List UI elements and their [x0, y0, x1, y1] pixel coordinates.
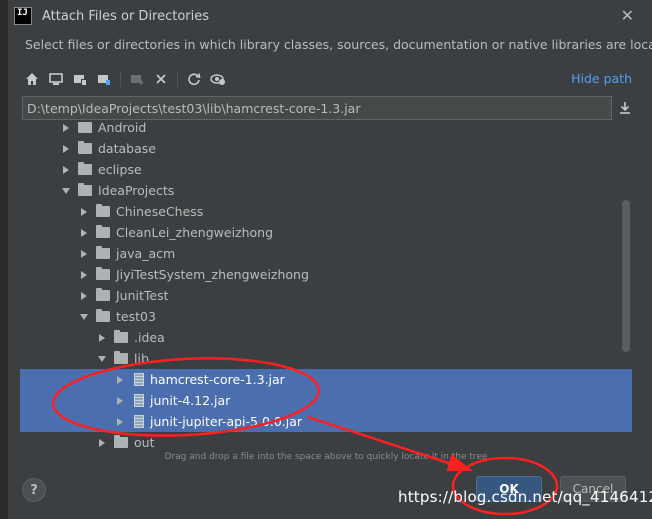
chevron-right-icon[interactable]	[78, 290, 90, 302]
delete-icon[interactable]	[149, 67, 173, 91]
tree-row-label: database	[98, 141, 156, 156]
chevron-right-icon[interactable]	[78, 269, 90, 281]
tree-row-label: eclipse	[98, 162, 142, 177]
chevron-right-icon[interactable]	[78, 248, 90, 260]
folder-icon	[96, 204, 110, 217]
close-icon[interactable]: ✕	[621, 6, 634, 25]
tree-row-label: .idea	[134, 330, 165, 345]
tree-row[interactable]: CleanLei_zhengweizhong	[20, 222, 632, 243]
chevron-down-icon[interactable]	[78, 311, 90, 323]
folder-icon	[78, 122, 92, 133]
tree-row[interactable]: .idea	[20, 327, 632, 348]
folder-icon	[96, 246, 110, 259]
chevron-right-icon[interactable]	[114, 374, 126, 386]
tree-row[interactable]: JiyiTestSystem_zhengweizhong	[20, 264, 632, 285]
folder-icon	[96, 288, 110, 301]
tree-row-label: JiyiTestSystem_zhengweizhong	[116, 267, 309, 282]
project-icon[interactable]	[68, 67, 92, 91]
tree-row[interactable]: eclipse	[20, 159, 632, 180]
intellij-logo-icon: IJ	[14, 7, 32, 25]
tree-row[interactable]: test03	[20, 306, 632, 327]
folder-icon	[114, 330, 128, 343]
tree-row[interactable]: junit-4.12.jar	[20, 390, 632, 411]
new-folder-icon[interactable]	[125, 67, 149, 91]
path-input[interactable]: D:\temp\IdeaProjects\test03\lib\hamcrest…	[22, 96, 612, 120]
chevron-down-icon[interactable]	[96, 353, 108, 365]
tree-row-label: JunitTest	[116, 288, 169, 303]
tree-row[interactable]: JunitTest	[20, 285, 632, 306]
chevron-right-icon[interactable]	[96, 332, 108, 344]
tree-row-label: ChineseChess	[116, 204, 204, 219]
chevron-right-icon[interactable]	[60, 122, 72, 134]
show-hidden-icon[interactable]	[206, 67, 230, 91]
dialog-title: Attach Files or Directories	[42, 8, 210, 24]
toolbar-separator	[120, 71, 121, 87]
folder-icon	[96, 267, 110, 280]
folder-icon	[78, 183, 92, 196]
tree-row-label: hamcrest-core-1.3.jar	[150, 372, 285, 387]
tree-row[interactable]: hamcrest-core-1.3.jar	[20, 369, 632, 390]
folder-icon	[96, 309, 110, 322]
tree-scrollbar[interactable]	[622, 200, 630, 352]
window-edge	[0, 0, 8, 519]
tree-row-label: CleanLei_zhengweizhong	[116, 225, 274, 240]
chevron-right-icon[interactable]	[114, 416, 126, 428]
watermark-text: https://blog.csdn.net/qq_41464123	[398, 488, 652, 506]
toolbar-separator	[177, 71, 178, 87]
jar-icon	[134, 373, 144, 386]
tree-row[interactable]: ChineseChess	[20, 201, 632, 222]
help-button[interactable]: ?	[22, 478, 46, 502]
chevron-down-icon[interactable]	[60, 185, 72, 197]
tree-row[interactable]: lib	[20, 348, 632, 369]
jar-icon	[134, 415, 144, 428]
chevron-right-icon[interactable]	[60, 164, 72, 176]
tree-row[interactable]: java_acm	[20, 243, 632, 264]
tree-row[interactable]: out	[20, 432, 632, 450]
dialog-description: Select files or directories in which lib…	[25, 37, 652, 52]
file-tree[interactable]: Android database eclipse IdeaProjects Chines…	[20, 122, 632, 450]
tree-row[interactable]: IdeaProjects	[20, 180, 632, 201]
tree-row-label: junit-jupiter-api-5.0.0.jar	[150, 414, 303, 429]
tree-row-label: IdeaProjects	[98, 183, 175, 198]
tree-row-label: test03	[116, 309, 156, 324]
tree-row-label: lib	[134, 351, 149, 366]
chevron-right-icon[interactable]	[114, 395, 126, 407]
tree-row[interactable]: junit-jupiter-api-5.0.0.jar	[20, 411, 632, 432]
folder-icon	[78, 141, 92, 154]
download-icon[interactable]	[616, 98, 634, 118]
tree-row-label: java_acm	[116, 246, 176, 261]
folder-icon	[114, 435, 128, 448]
folder-icon	[114, 351, 128, 364]
module-icon[interactable]	[92, 67, 116, 91]
folder-icon	[96, 225, 110, 238]
tree-row[interactable]: Android	[20, 122, 632, 138]
chevron-right-icon[interactable]	[78, 227, 90, 239]
tree-row-label: Android	[98, 122, 147, 135]
title-bar: IJ Attach Files or Directories ✕	[8, 0, 652, 32]
chevron-right-icon[interactable]	[96, 437, 108, 449]
file-toolbar: Hide path	[20, 66, 640, 92]
tree-row-label: junit-4.12.jar	[150, 393, 231, 408]
chevron-right-icon[interactable]	[78, 206, 90, 218]
desktop-icon[interactable]	[44, 67, 68, 91]
hide-path-link[interactable]: Hide path	[571, 71, 632, 86]
tree-row[interactable]: database	[20, 138, 632, 159]
home-icon[interactable]	[20, 67, 44, 91]
chevron-right-icon[interactable]	[60, 143, 72, 155]
jar-icon	[134, 394, 144, 407]
tree-row-label: out	[134, 435, 155, 450]
drag-drop-hint: Drag and drop a file into the space abov…	[164, 452, 488, 462]
refresh-icon[interactable]	[182, 67, 206, 91]
folder-icon	[78, 162, 92, 175]
